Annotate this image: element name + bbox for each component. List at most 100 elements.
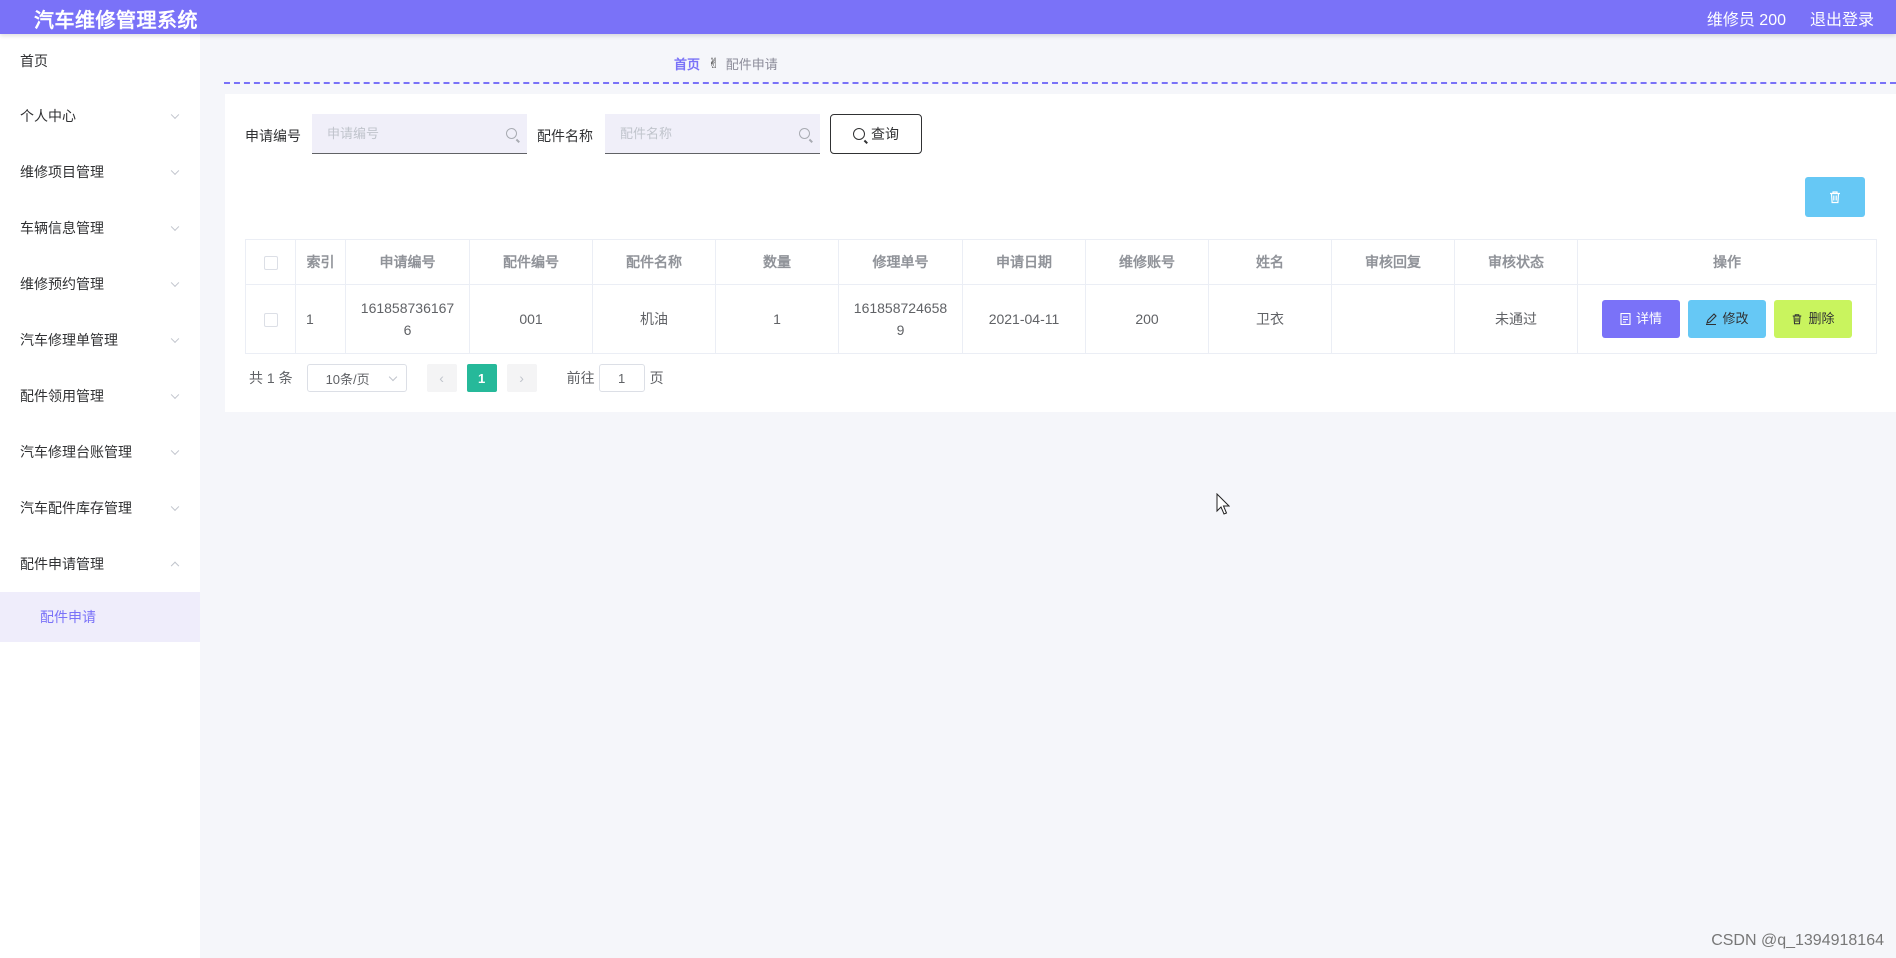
user-info: 维修员 200 bbox=[1706, 12, 1786, 29]
goto-suffix: 页 bbox=[649, 370, 664, 386]
query-button-label: 查询 bbox=[871, 126, 899, 142]
detail-button[interactable]: 详情 bbox=[1602, 300, 1680, 338]
column-header[interactable]: 索引 bbox=[295, 239, 346, 285]
part-name-input[interactable] bbox=[605, 114, 820, 152]
chevron-down-icon bbox=[170, 334, 180, 344]
edit-button-label: 修改 bbox=[1722, 311, 1749, 326]
cell-name: 卫衣 bbox=[1208, 284, 1332, 354]
page-size-value: 10条/页 bbox=[325, 371, 370, 387]
next-page-button[interactable]: › bbox=[506, 364, 537, 392]
cell-status: 未通过 bbox=[1454, 284, 1578, 354]
row-checkbox[interactable] bbox=[263, 313, 278, 328]
sidebar-item-parts-inventory[interactable]: 汽车配件库存管理 bbox=[0, 480, 200, 536]
sidebar-subitem-parts-application[interactable]: 配件申请 bbox=[0, 592, 200, 642]
search-icon bbox=[853, 128, 865, 140]
chevron-down-icon bbox=[170, 110, 180, 120]
breadcrumb-home[interactable]: 首页 bbox=[674, 54, 700, 73]
cell-actions: 详情 修改 删除 bbox=[1577, 284, 1877, 354]
delete-button[interactable]: 删除 bbox=[1774, 300, 1852, 338]
cell-apply-date: 2021-04-11 bbox=[962, 284, 1086, 354]
column-header[interactable]: 维修账号 bbox=[1085, 239, 1209, 285]
query-button[interactable]: 查询 bbox=[830, 114, 922, 154]
sidebar-item-label: 汽车修理单管理 bbox=[20, 332, 118, 348]
sidebar-item-repair-orders[interactable]: 汽车修理单管理 bbox=[0, 312, 200, 368]
chevron-down-icon bbox=[388, 372, 397, 382]
sidebar-item-label: 配件领用管理 bbox=[20, 388, 104, 404]
edit-icon bbox=[1706, 313, 1718, 325]
batch-delete-button[interactable] bbox=[1805, 177, 1865, 217]
main-content: 申请编号 配件名称 查询 索引 申请编号 配件编号 配件名称 数量 修理单号 申… bbox=[225, 94, 1896, 412]
prev-page-button[interactable]: ‹ bbox=[426, 364, 457, 392]
column-header: 操作 bbox=[1577, 239, 1877, 285]
column-header[interactable]: 修理单号 bbox=[838, 239, 963, 285]
sidebar: 首页 个人中心 维修项目管理 车辆信息管理 维修预约管理 汽车修理单管理 配件领… bbox=[0, 34, 200, 958]
goto-prefix: 前往 bbox=[566, 370, 595, 386]
pagination-total: 共 1 条 bbox=[249, 370, 293, 386]
row-select-cell bbox=[245, 284, 296, 354]
sidebar-item-label: 维修预约管理 bbox=[20, 276, 104, 292]
chevron-down-icon bbox=[170, 390, 180, 400]
select-all-cell bbox=[245, 239, 296, 285]
sidebar-item-label: 汽车修理台账管理 bbox=[20, 444, 132, 460]
cell-apply-no-line1: 161858736167 bbox=[360, 300, 455, 316]
cell-repair-no-line2: 9 bbox=[896, 322, 905, 338]
sidebar-item-personal-center[interactable]: 个人中心 bbox=[0, 88, 200, 144]
sidebar-item-label: 配件申请管理 bbox=[20, 556, 104, 572]
cell-repair-no-line1: 161858724658 bbox=[853, 300, 948, 316]
search-icon bbox=[799, 128, 810, 139]
sidebar-item-label: 维修项目管理 bbox=[20, 164, 104, 180]
chevron-up-icon bbox=[170, 561, 180, 571]
breadcrumb-current: 配件申请 bbox=[725, 57, 778, 72]
pagination: 共 1 条 10条/页 ‹ 1 › 前往 页 bbox=[249, 364, 664, 392]
search-label-part-name: 配件名称 bbox=[537, 128, 593, 144]
search-field-part-name bbox=[605, 114, 820, 154]
cell-part-no: 001 bbox=[469, 284, 593, 354]
column-header[interactable]: 申请日期 bbox=[962, 239, 1086, 285]
search-field-apply-no bbox=[312, 114, 527, 154]
column-header[interactable]: 配件编号 bbox=[469, 239, 593, 285]
page-size-select[interactable]: 10条/页 bbox=[306, 364, 407, 392]
breadcrumb: 首页 ✌ 配件申请 bbox=[674, 54, 778, 73]
logout-link[interactable]: 退出登录 bbox=[1810, 6, 1874, 30]
select-all-checkbox[interactable] bbox=[263, 256, 278, 271]
trash-icon bbox=[1793, 314, 1802, 325]
sidebar-item-parts-usage[interactable]: 配件领用管理 bbox=[0, 368, 200, 424]
cell-apply-no: 161858736167 6 bbox=[345, 284, 470, 354]
column-header[interactable]: 数量 bbox=[715, 239, 839, 285]
sidebar-item-label: 个人中心 bbox=[20, 108, 76, 124]
watermark: CSDN @q_1394918164 bbox=[1711, 932, 1884, 949]
cell-quantity: 1 bbox=[715, 284, 839, 354]
sidebar-item-parts-application[interactable]: 配件申请管理 bbox=[0, 536, 200, 592]
goto-page-input[interactable] bbox=[598, 364, 645, 392]
document-icon bbox=[1620, 313, 1631, 325]
sidebar-item-label: 车辆信息管理 bbox=[20, 220, 104, 236]
chevron-right-icon: › bbox=[519, 370, 524, 386]
trash-icon bbox=[1830, 191, 1840, 204]
search-label-apply-no: 申请编号 bbox=[245, 128, 301, 144]
mouse-cursor-icon bbox=[1216, 493, 1230, 515]
column-header[interactable]: 审核回复 bbox=[1331, 239, 1455, 285]
cell-repair-no: 161858724658 9 bbox=[838, 284, 963, 354]
sidebar-item-appointments[interactable]: 维修预约管理 bbox=[0, 256, 200, 312]
chevron-down-icon bbox=[170, 166, 180, 176]
hand-icon: ✌ bbox=[708, 55, 720, 71]
sidebar-item-label: 首页 bbox=[20, 53, 48, 69]
page-number[interactable]: 1 bbox=[466, 364, 497, 392]
cell-account: 200 bbox=[1085, 284, 1209, 354]
chevron-down-icon bbox=[170, 222, 180, 232]
table-header-row: 索引 申请编号 配件编号 配件名称 数量 修理单号 申请日期 维修账号 姓名 审… bbox=[245, 239, 1877, 285]
column-header[interactable]: 姓名 bbox=[1208, 239, 1332, 285]
sidebar-item-vehicles[interactable]: 车辆信息管理 bbox=[0, 200, 200, 256]
sidebar-item-repair-ledger[interactable]: 汽车修理台账管理 bbox=[0, 424, 200, 480]
sidebar-item-repair-projects[interactable]: 维修项目管理 bbox=[0, 144, 200, 200]
column-header[interactable]: 审核状态 bbox=[1454, 239, 1578, 285]
edit-button[interactable]: 修改 bbox=[1688, 300, 1766, 338]
sidebar-item-home[interactable]: 首页 bbox=[0, 34, 200, 88]
chevron-left-icon: ‹ bbox=[439, 370, 444, 386]
column-header[interactable]: 申请编号 bbox=[345, 239, 470, 285]
column-header[interactable]: 配件名称 bbox=[592, 239, 716, 285]
cell-apply-no-line2: 6 bbox=[403, 322, 412, 338]
cell-reply bbox=[1331, 284, 1455, 354]
apply-no-input[interactable] bbox=[312, 114, 527, 152]
divider bbox=[224, 82, 1896, 84]
